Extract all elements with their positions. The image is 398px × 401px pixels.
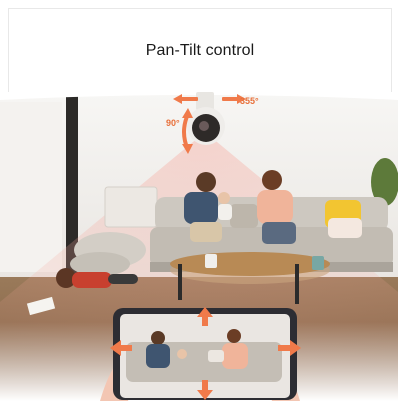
page-title: Pan-Tilt control bbox=[145, 41, 255, 59]
table-camera bbox=[205, 254, 217, 268]
tilt-angle-label: 90° bbox=[166, 118, 180, 128]
pan-angle-label: 355° bbox=[240, 96, 259, 106]
radiator bbox=[104, 186, 158, 228]
product-card: Pan-Tilt control 355° 90° bbox=[0, 0, 398, 401]
coffee-table bbox=[170, 252, 330, 276]
living-room-scene bbox=[0, 92, 398, 401]
pillow-grey bbox=[230, 204, 258, 228]
title-bar: Pan-Tilt control bbox=[8, 8, 392, 92]
window bbox=[0, 102, 62, 272]
pillow-white bbox=[328, 218, 362, 238]
